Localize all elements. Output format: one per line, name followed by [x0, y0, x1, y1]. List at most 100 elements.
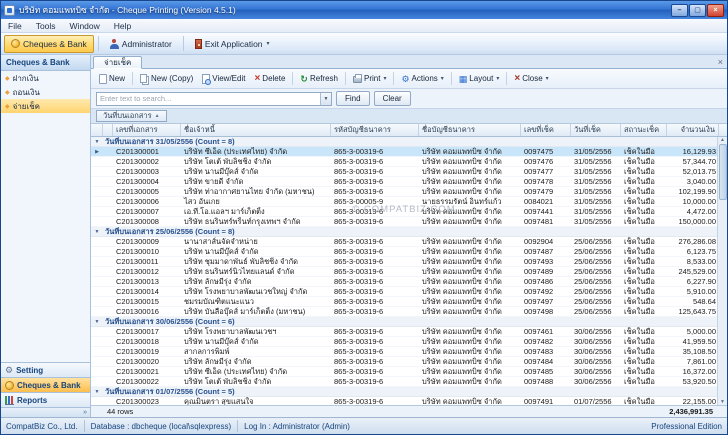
close-button[interactable]: ×	[707, 4, 724, 17]
menu-help[interactable]: Help	[107, 19, 138, 33]
scrollbar-thumb[interactable]	[719, 144, 727, 200]
search-combo-arrow-icon[interactable]: ▼	[320, 93, 331, 105]
grid-row[interactable]: C201300013บริษัท ลักษมีรุ่ง จำกัด865-3-0…	[91, 277, 717, 287]
group-header-row[interactable]: ▼วันที่บนเอกสาร 25/06/2556 (Count = 8)	[91, 227, 717, 237]
collapse-group-icon[interactable]: ▼	[91, 137, 103, 146]
menu-file[interactable]: File	[1, 19, 29, 33]
administrator-button[interactable]: Administrator	[103, 35, 179, 53]
column-header-status[interactable]: สถานะเช็ค	[621, 124, 667, 136]
find-button[interactable]: Find	[336, 91, 370, 106]
grid-row[interactable]: C201300004บริษัท ขายดี จำกัด865-3-00319-…	[91, 177, 717, 187]
group-by-chip[interactable]: วันที่บนเอกสาร ▲	[96, 110, 167, 122]
group-header-row[interactable]: ▼วันที่บนเอกสาร 01/07/2556 (Count = 5)	[91, 387, 717, 397]
minimize-button[interactable]: –	[671, 4, 688, 17]
cell-amount: 10,000.00	[667, 197, 719, 206]
actions-button[interactable]: Actions▾	[397, 71, 447, 87]
print-icon	[353, 76, 362, 83]
cell-amount: 57,344.70	[667, 157, 719, 166]
cell-cheque_date: 30/06/2556	[571, 327, 621, 336]
grid-row[interactable]: C201300021บริษัท ซีเอ็ด (ประเทศไทย) จำกั…	[91, 367, 717, 377]
column-header-bank_code[interactable]: รหัสบัญชีธนาคาร	[331, 124, 419, 136]
column-header-payee[interactable]: ชื่อเจ้าหนี้	[181, 124, 331, 136]
row-indicator	[91, 327, 103, 336]
grid-row[interactable]: C201300022บริษัท โตเต้ พับลิชชิ่ง จำกัด8…	[91, 377, 717, 387]
menu-window[interactable]: Window	[63, 19, 107, 33]
print-button[interactable]: Print▾	[349, 71, 390, 87]
nav-setting-button[interactable]: ⚙ Setting	[1, 362, 90, 377]
menu-tools[interactable]: Tools	[29, 19, 63, 33]
group-header-row[interactable]: ▼วันที่บนเอกสาร 30/06/2556 (Count = 6)	[91, 317, 717, 327]
maximize-button[interactable]: ▢	[689, 4, 706, 17]
column-header-cheque_no[interactable]: เลขที่เช็ค	[521, 124, 571, 136]
grid-row[interactable]: C201300003บริษัท นานมีบุ๊คส์ จำกัด865-3-…	[91, 167, 717, 177]
delete-button[interactable]: Delete	[250, 71, 289, 87]
sidebar-item-withdraw[interactable]: ◆ ถอนเงิน	[1, 85, 90, 99]
sidebar-item-pay-cheque[interactable]: ◆ จ่ายเช็ค	[1, 99, 90, 113]
exit-application-button[interactable]: Exit Application ▾	[188, 35, 277, 53]
search-input[interactable]	[97, 93, 320, 105]
scroll-up-icon[interactable]: ▲	[720, 137, 725, 143]
grid-footer: 44 rows 2,436,991.35	[91, 405, 727, 417]
cell-payee: บริษัท โตเต้ พับลิชชิ่ง จำกัด	[181, 157, 331, 166]
layout-button[interactable]: Layout▾	[455, 71, 504, 87]
column-header-amount[interactable]: จำนวนเงิน	[667, 124, 719, 136]
collapse-group-icon[interactable]: ▼	[91, 317, 103, 326]
new-copy-button[interactable]: New (Copy)	[136, 71, 197, 87]
grid-row[interactable]: C201300002บริษัท โตเต้ พับลิชชิ่ง จำกัด8…	[91, 157, 717, 167]
view-edit-button[interactable]: View/Edit	[198, 71, 249, 87]
grid-row[interactable]: C201300005บริษัท ท่าอากาศยานไทย จำกัด (ม…	[91, 187, 717, 197]
grid-row[interactable]: C201300010บริษัท นานมีบุ๊คส์ จำกัด865-3-…	[91, 247, 717, 257]
column-header-bank_name[interactable]: ชื่อบัญชีธนาคาร	[419, 124, 521, 136]
tab-pay-cheque[interactable]: จ่ายเช็ค	[93, 56, 142, 69]
grid-row[interactable]: C201300018บริษัท นานมีบุ๊คส์ จำกัด865-3-…	[91, 337, 717, 347]
grid-row[interactable]: C201300006ไสว อันเกย865-3-00005-9นายธรรม…	[91, 197, 717, 207]
toolbar-divider	[451, 72, 452, 85]
grid-row[interactable]: C201300017บริษัท โรงพยาบาลพัฒนเวชฯ865-3-…	[91, 327, 717, 337]
scroll-down-icon[interactable]: ▼	[720, 399, 725, 405]
grid-row[interactable]: C201300014บริษัท โรงพยาบาลพัฒนเวชใหญ่ จำ…	[91, 287, 717, 297]
cell-status: เช็คในมือ	[621, 357, 667, 366]
grid-row[interactable]: C201300015ชมรมบัณฑิตแนะแนว865-3-00319-6บ…	[91, 297, 717, 307]
collapse-group-icon[interactable]: ▼	[91, 387, 103, 396]
grid-row[interactable]: C201300012บริษัท ธนรินทร์นิวไทยแลนด์ จำก…	[91, 267, 717, 277]
collapse-group-icon[interactable]: ▼	[91, 227, 103, 236]
cell-doc_no: C201300009	[113, 237, 181, 246]
nav-reports-button[interactable]: Reports	[1, 392, 90, 407]
cell-cheque_no: 0097479	[521, 187, 571, 196]
new-button[interactable]: New	[95, 71, 129, 87]
group-indent-header	[103, 124, 113, 136]
sidebar-empty-area	[1, 113, 90, 362]
grid-row[interactable]: ▶C201300001บริษัท ซีเอ็ด (ประเทศไทย) จำก…	[91, 147, 717, 157]
column-header-doc_no[interactable]: เลขที่เอกสาร	[113, 124, 181, 136]
cell-bank_code: 865-3-00319-6	[331, 257, 419, 266]
grid-row[interactable]: C201300023คุณมินตรา สุขแสนใจ865-3-00319-…	[91, 397, 717, 405]
grid-row[interactable]: C201300011บริษัท ชุมมาดาพันธ์ พับลิชชิ่ง…	[91, 257, 717, 267]
grid-row[interactable]: C201300019สากลการพิมพ์865-3-00319-6บริษั…	[91, 347, 717, 357]
sidebar-overflow-strip[interactable]: »	[1, 407, 90, 417]
close-button[interactable]: Close▾	[510, 71, 552, 87]
tab-close-icon[interactable]: ×	[718, 57, 723, 67]
clear-button[interactable]: Clear	[374, 91, 411, 106]
cell-payee: บริษัท ซีเอ็ด (ประเทศไทย) จำกัด	[181, 367, 331, 376]
tab-strip: จ่ายเช็ค ×	[91, 55, 727, 69]
sidebar-item-deposit[interactable]: ◆ ฝากเงิน	[1, 71, 90, 85]
cheques-bank-app-button[interactable]: Cheques & Bank	[4, 35, 94, 53]
group-header-row[interactable]: ▼วันที่บนเอกสาร 31/05/2556 (Count = 8)	[91, 137, 717, 147]
cell-bank_name: บริษัท คอมแพทบิซ จำกัด	[419, 287, 521, 296]
group-indent	[103, 147, 113, 156]
group-by-panel: วันที่บนเอกสาร ▲	[91, 109, 727, 124]
grid-row[interactable]: C201300008บริษัท ธนรินทร์พริ้นท์กรุงเทพฯ…	[91, 217, 717, 227]
grid-row[interactable]: C201300020บริษัท ลักษมีรุ่ง จำกัด865-3-0…	[91, 357, 717, 367]
grid-row[interactable]: C201300007เอ.ที.โอ.แอลฯ มาร์เก็ตติ้ง865-…	[91, 207, 717, 217]
vertical-scrollbar[interactable]: ▲ ▼	[717, 137, 727, 405]
cell-doc_no: C201300006	[113, 197, 181, 206]
cell-payee: บริษัท ธนรินทร์นิวไทยแลนด์ จำกัด	[181, 267, 331, 276]
cell-bank_name: บริษัท คอมแพทบิซ จำกัด	[419, 247, 521, 256]
grid-row[interactable]: C201300016บริษัท บันลือบุ๊คส์ มาร์เก็ตติ…	[91, 307, 717, 317]
grid-row[interactable]: C201300009นานาสาส์นจัดจำหน่าย865-3-00319…	[91, 237, 717, 247]
refresh-button[interactable]: Refresh	[296, 71, 342, 87]
column-header-cheque_date[interactable]: วันที่เช็ค	[571, 124, 621, 136]
nav-cheques-bank-button[interactable]: Cheques & Bank	[1, 377, 90, 392]
cell-amount: 35,108.50	[667, 347, 719, 356]
nav-cheques-bank-label: Cheques & Bank	[17, 381, 81, 390]
